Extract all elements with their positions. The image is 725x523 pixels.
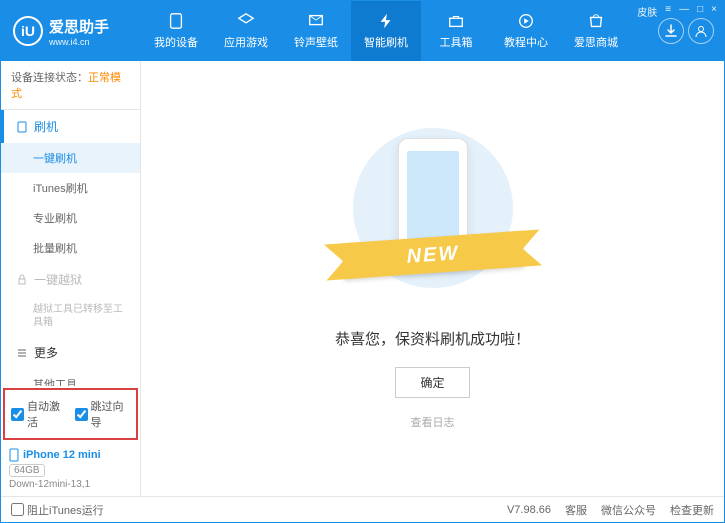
- menu-button[interactable]: ≡: [665, 4, 671, 19]
- nav-apps[interactable]: 应用游戏: [211, 1, 281, 61]
- sidebar-item-pro-flash[interactable]: 专业刷机: [1, 203, 140, 233]
- main-nav: 我的设备应用游戏铃声壁纸智能刷机工具箱教程中心爱思商城: [141, 1, 658, 61]
- store-icon: [586, 12, 606, 30]
- main-panel: NEW 恭喜您，保资料刷机成功啦！ 确定 查看日志: [141, 61, 724, 496]
- phone-icon: [9, 448, 19, 462]
- nav-toolbox[interactable]: 工具箱: [421, 1, 491, 61]
- device-info: iPhone 12 mini 64GB Down-12mini-13,1: [1, 442, 140, 496]
- nav-flash[interactable]: 智能刷机: [351, 1, 421, 61]
- sidebar-group-jailbreak: 一键越狱: [1, 263, 140, 296]
- nav-ringtone[interactable]: 铃声壁纸: [281, 1, 351, 61]
- view-log-link[interactable]: 查看日志: [411, 414, 455, 430]
- sidebar-item-onekey-flash[interactable]: 一键刷机: [1, 143, 140, 173]
- nav-store[interactable]: 爱思商城: [561, 1, 631, 61]
- tutorial-icon: [516, 12, 536, 30]
- flash-icon: [376, 12, 396, 30]
- user-icon[interactable]: [688, 18, 714, 44]
- nav-device[interactable]: 我的设备: [141, 1, 211, 61]
- download-icon[interactable]: [658, 18, 684, 44]
- auto-activate-checkbox[interactable]: 自动激活: [11, 398, 67, 430]
- skip-wizard-checkbox[interactable]: 跳过向导: [75, 398, 131, 430]
- logo: iU 爱思助手 www.i4.cn: [1, 16, 141, 47]
- success-message: 恭喜您，保资料刷机成功啦！: [335, 328, 530, 349]
- app-title: 爱思助手: [49, 16, 109, 37]
- list-icon: [16, 347, 28, 359]
- app-url: www.i4.cn: [49, 37, 109, 47]
- device-name[interactable]: iPhone 12 mini: [9, 448, 132, 462]
- maximize-button[interactable]: □: [697, 4, 703, 19]
- device-status: 设备连接状态：正常模式: [1, 61, 140, 110]
- minimize-button[interactable]: —: [679, 4, 689, 19]
- footer: 阻止iTunes运行 V7.98.66 客服 微信公众号 检查更新: [1, 496, 724, 522]
- device-icon: [166, 12, 186, 30]
- sidebar-group-flash[interactable]: 刷机: [1, 110, 140, 143]
- device-storage: 64GB: [9, 464, 45, 477]
- toolbox-icon: [446, 12, 466, 30]
- sidebar-item-batch-flash[interactable]: 批量刷机: [1, 233, 140, 263]
- ok-button[interactable]: 确定: [395, 367, 469, 398]
- sidebar-group-more[interactable]: 更多: [1, 336, 140, 369]
- options-highlight: 自动激活 跳过向导: [3, 388, 138, 440]
- app-header: iU 爱思助手 www.i4.cn 我的设备应用游戏铃声壁纸智能刷机工具箱教程中…: [1, 1, 724, 61]
- ringtone-icon: [306, 12, 326, 30]
- update-link[interactable]: 检查更新: [670, 502, 714, 518]
- skin-button[interactable]: 皮肤: [637, 4, 657, 19]
- sidebar-item-itunes-flash[interactable]: iTunes刷机: [1, 173, 140, 203]
- apps-icon: [236, 12, 256, 30]
- new-ribbon: NEW: [405, 241, 459, 268]
- block-itunes-checkbox[interactable]: 阻止iTunes运行: [11, 502, 104, 518]
- lock-icon: [16, 274, 28, 286]
- sidebar: 设备连接状态：正常模式 刷机 一键刷机 iTunes刷机 专业刷机 批量刷机 一…: [1, 61, 141, 496]
- service-link[interactable]: 客服: [565, 502, 587, 518]
- success-illustration: NEW: [353, 128, 513, 308]
- wechat-link[interactable]: 微信公众号: [601, 502, 656, 518]
- sidebar-item-other-tools[interactable]: 其他工具: [1, 369, 140, 386]
- device-identifier: Down-12mini-13,1: [9, 479, 132, 490]
- logo-icon: iU: [13, 16, 43, 46]
- phone-icon: [16, 121, 28, 133]
- jailbreak-note: 越狱工具已转移至工具箱: [1, 296, 140, 336]
- close-button[interactable]: ×: [711, 4, 717, 19]
- version-label: V7.98.66: [507, 504, 551, 516]
- nav-tutorial[interactable]: 教程中心: [491, 1, 561, 61]
